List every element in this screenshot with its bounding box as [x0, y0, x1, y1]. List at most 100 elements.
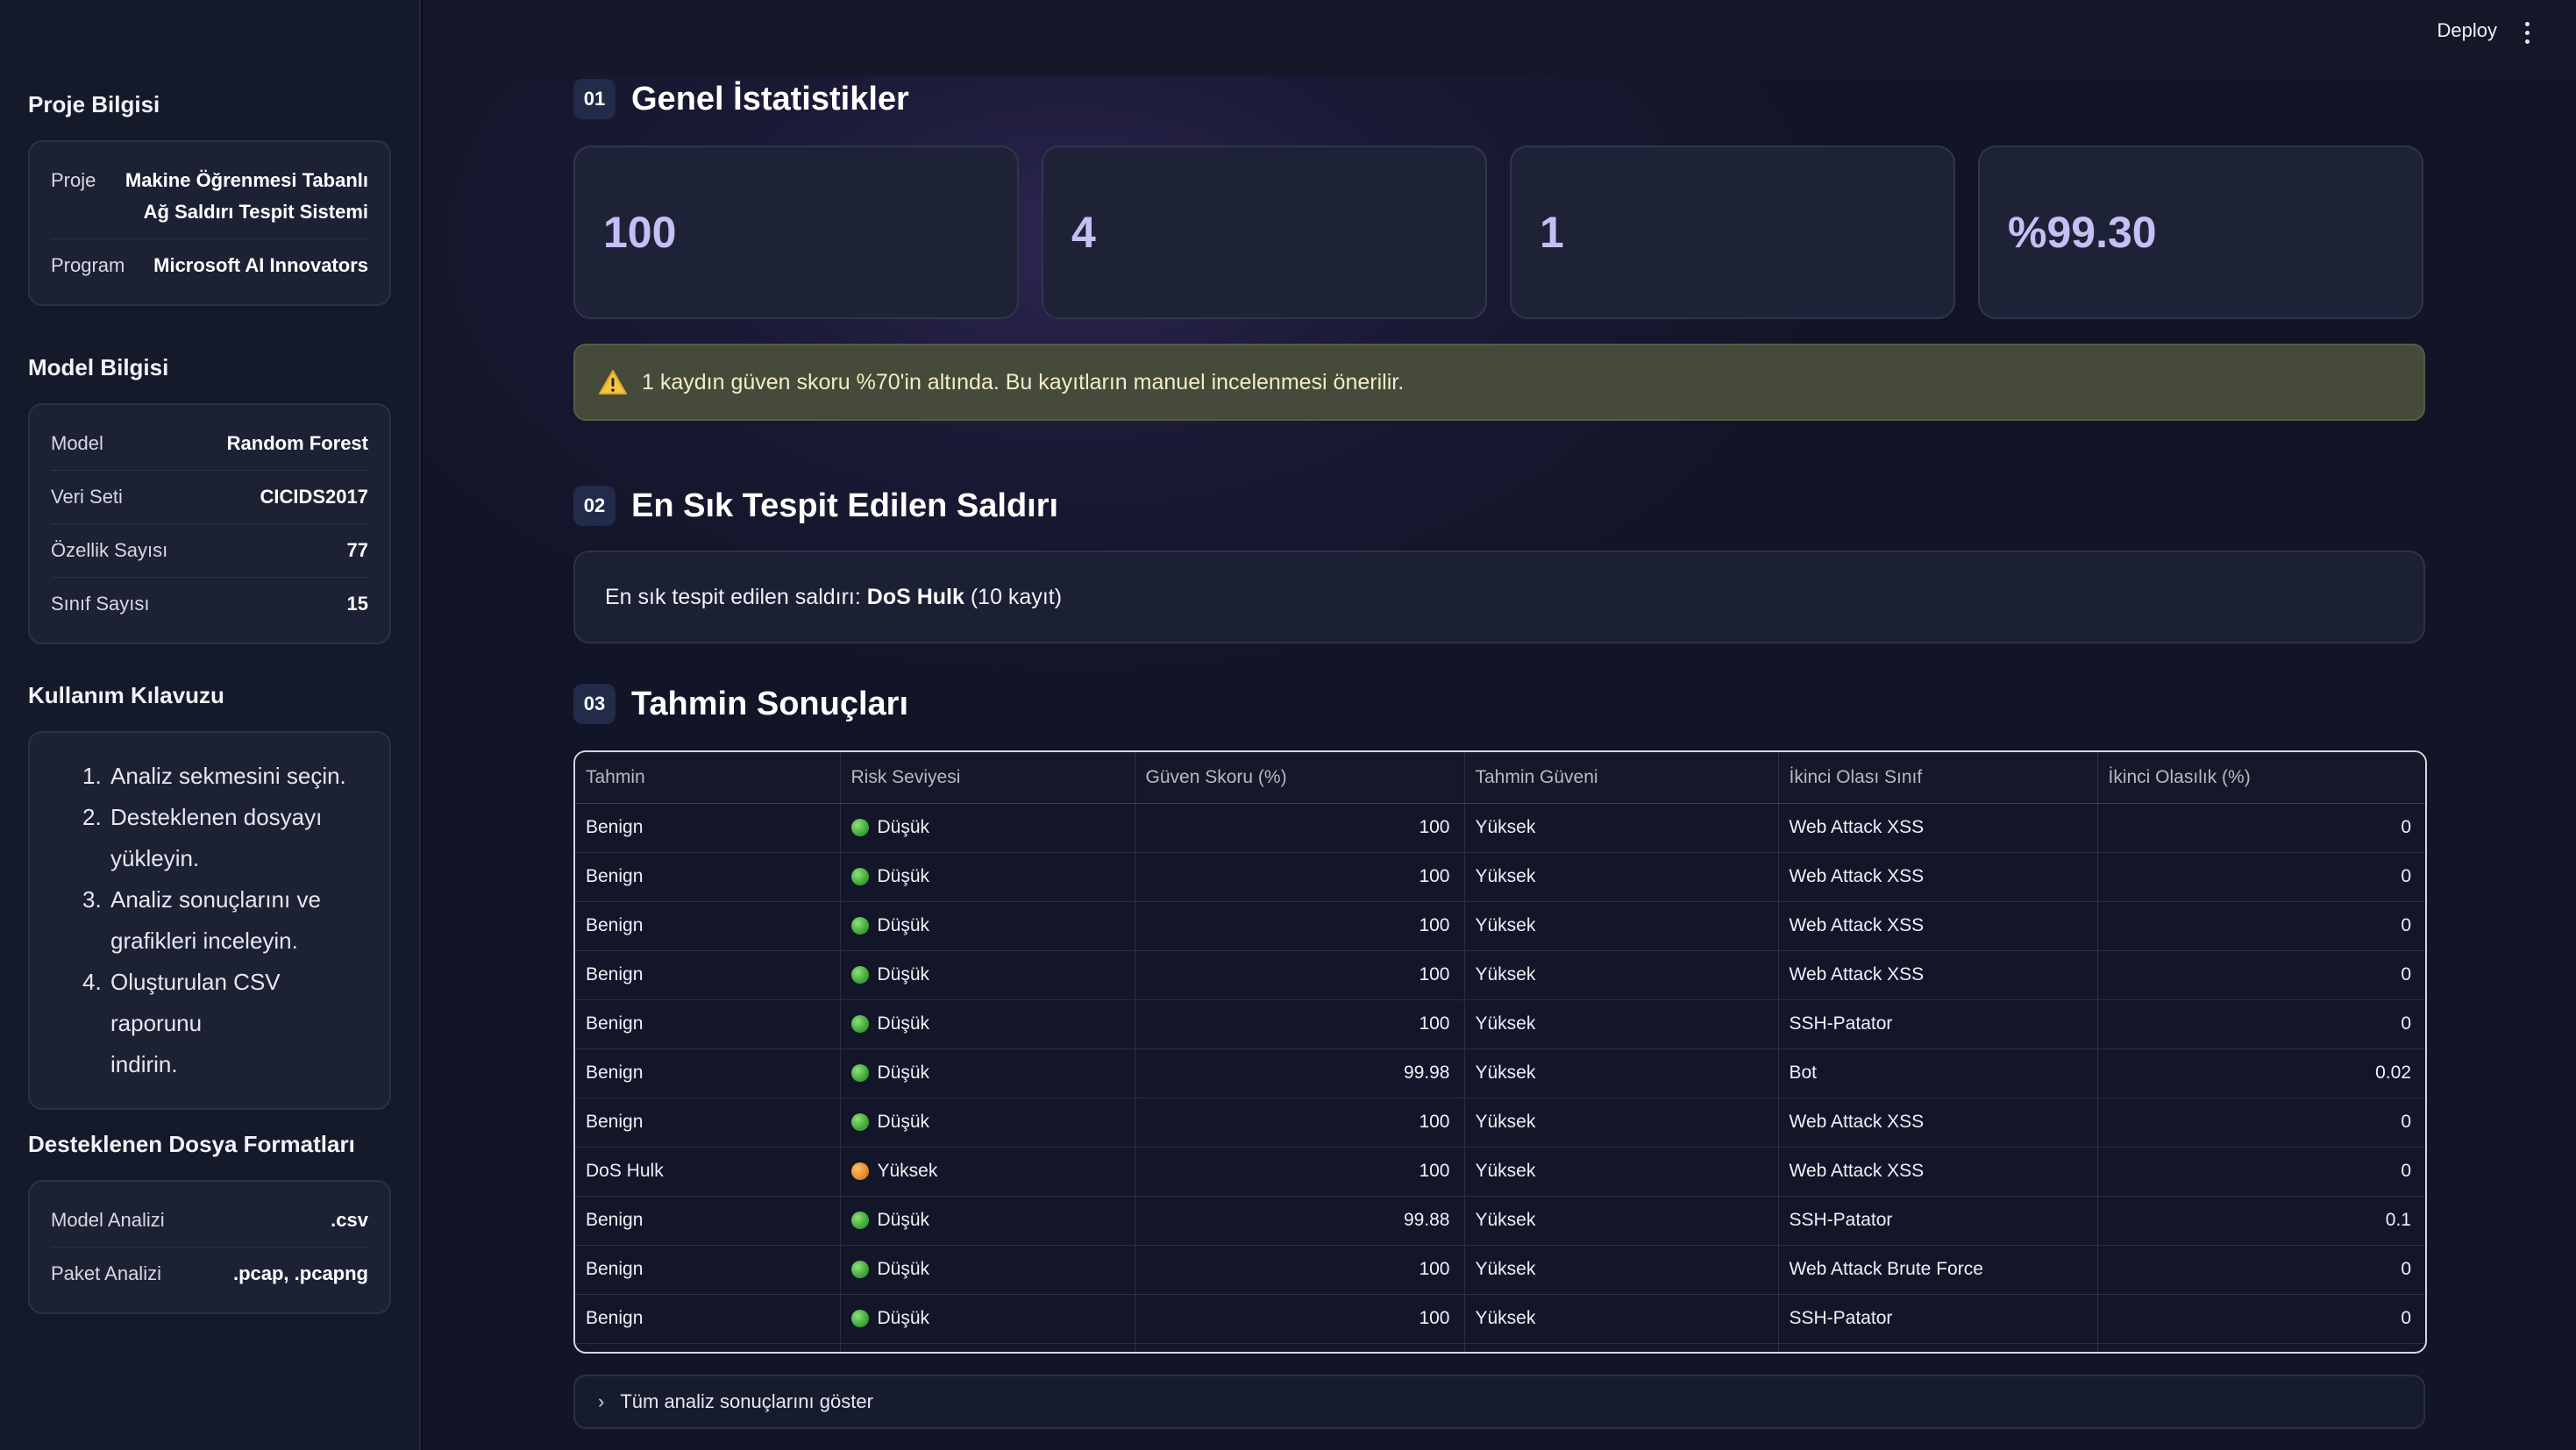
expander-label: Tüm analiz sonuçlarını göster: [620, 1390, 873, 1412]
risk-level: Düşük: [850, 1063, 1124, 1084]
risk-label: Düşük: [877, 964, 930, 984]
guide-list: 1. Analiz sekmesini seçin. 2. Desteklene…: [51, 745, 368, 1096]
model-info-card: Model Random Forest Veri Seti CICIDS2017…: [28, 403, 391, 644]
deploy-button[interactable]: Deploy: [2437, 19, 2497, 42]
table-cell: Düşük: [840, 803, 1135, 853]
guide-step-line: Desteklenen dosyayı: [110, 804, 323, 830]
table-row[interactable]: Benign Düşük 100 Yüksek SSH-Patator 0: [575, 1294, 2425, 1344]
stats-section-title: 01 Genel İstatistikler: [573, 79, 909, 119]
guide-step-text: Desteklenen dosyayı yükleyin.: [110, 797, 322, 879]
section-heading: Genel İstatistikler: [631, 80, 909, 117]
section-heading: Tahmin Sonuçları: [631, 685, 909, 722]
table-cell: Web Attack Brute Force: [1778, 1245, 2098, 1295]
column-header-risk[interactable]: Risk Seviyesi: [840, 752, 1135, 804]
table-cell: 0: [2097, 950, 2425, 1000]
table-cell: Yüksek: [1464, 803, 1779, 853]
guide-step-3: 3. Analiz sonuçlarını ve grafikleri incel…: [82, 879, 368, 962]
table-row[interactable]: BenignDüşük100YüksekWeb Attack XSS0: [575, 852, 2425, 902]
low-confidence-warning: 1 kaydın güven skoru %70'in altında. Bu …: [573, 344, 2425, 421]
stat-value: 100: [603, 208, 677, 257]
stat-value: 1: [1540, 208, 1564, 257]
table-cell: 100: [1135, 803, 1465, 853]
table-row[interactable]: BenignDüşük100YüksekWeb Attack XSS0: [575, 950, 2425, 1000]
risk-dot-icon: [850, 819, 869, 836]
class-count-row: Sınıf Sayısı 15: [51, 578, 368, 630]
table-cell: Benign: [575, 950, 841, 1000]
table-row[interactable]: BenignDüşük100YüksekWeb Attack XSS0: [575, 901, 2425, 951]
table-cell: Yüksek: [1464, 999, 1779, 1049]
table-cell: SSH-Patator: [1778, 1294, 2098, 1344]
guide-step-line: Oluşturulan CSV raporunu: [110, 969, 281, 1036]
table-row[interactable]: Benign Düşük 100 Yüksek Web Attack Brute For…: [575, 1245, 2425, 1295]
program-value: Microsoft AI Innovators: [153, 254, 368, 276]
table-cell: Benign: [575, 901, 841, 951]
table-row[interactable]: BenignDüşük100YüksekWeb Attack XSS0: [575, 1343, 2425, 1352]
table-cell: Benign: [575, 1196, 841, 1246]
table-cell: 0.1: [2097, 1196, 2425, 1246]
table-cell: Düşük: [840, 852, 1135, 902]
table-cell: Düşük: [840, 1343, 1135, 1352]
guide-step-text: Analiz sonuçlarını ve grafikleri inceleyi…: [110, 879, 321, 962]
table-cell: 0: [2097, 1343, 2425, 1352]
table-cell: 100: [1135, 901, 1465, 951]
dataset-row: Veri Seti CICIDS2017: [51, 471, 368, 524]
table-row[interactable]: BenignDüşük100YüksekWeb Attack XSS0: [575, 803, 2425, 853]
formats-card: Model Analizi .csv Paket Analizi .pcap, …: [28, 1180, 391, 1314]
table-row[interactable]: DoS Hulk Yüksek 100 Yüksek Web Attack XSS 0: [575, 1147, 2425, 1197]
risk-level: Düşük: [850, 866, 1124, 887]
section-heading: En Sık Tespit Edilen Saldırı: [631, 487, 1059, 524]
risk-label: Düşük: [877, 1013, 930, 1034]
stat-value: 4: [1071, 208, 1096, 257]
table-cell: Yüksek: [1464, 852, 1779, 902]
column-header-prediction[interactable]: Tahmin: [575, 752, 841, 804]
warning-triangle-icon: [599, 370, 627, 394]
table-row[interactable]: Benign Düşük 99.98 Yüksek Bot 0.02: [575, 1048, 2425, 1098]
most-frequent-attack-card: En sık tespit edilen saldırı: DoS Hulk (…: [573, 551, 2425, 643]
table-cell: Web Attack XSS: [1778, 1098, 2098, 1148]
column-header-second-probability[interactable]: İkinci Olasılık (%): [2097, 752, 2425, 804]
guide-step-line: grafikleri inceleyin.: [110, 928, 298, 954]
formats-heading: Desteklenen Dosya Formatları: [28, 1131, 355, 1157]
stat-card-low-confidence: 1: [1510, 146, 1955, 319]
table-cell: Bot: [1778, 1048, 2098, 1098]
table-cell: Düşük: [840, 1245, 1135, 1295]
risk-label: Düşük: [877, 1259, 930, 1279]
table-cell: Yüksek: [1464, 901, 1779, 951]
stat-value: %99.30: [2008, 208, 2157, 257]
table-cell: Düşük: [840, 1294, 1135, 1344]
table-cell: Düşük: [840, 1196, 1135, 1246]
guide-step-number: 1.: [82, 763, 102, 789]
model-key: Model: [51, 432, 103, 454]
risk-label: Düşük: [877, 1210, 930, 1230]
table-cell: 100: [1135, 1343, 1465, 1352]
table-row[interactable]: Benign Düşük 100 Yüksek SSH-Patator 0: [575, 999, 2425, 1049]
table-cell: 100: [1135, 1098, 1465, 1148]
column-header-second-class[interactable]: İkinci Olası Sınıf: [1778, 752, 2098, 804]
risk-dot-icon: [850, 1162, 869, 1180]
project-value: Makine Öğrenmesi Tabanlı Ağ Saldırı Tesp…: [125, 165, 368, 228]
table-cell: Web Attack XSS: [1778, 901, 2098, 951]
table-cell: Yüksek: [1464, 1196, 1779, 1246]
table-cell: 100: [1135, 852, 1465, 902]
table-cell: Web Attack XSS: [1778, 950, 2098, 1000]
table-cell: Web Attack XSS: [1778, 803, 2098, 853]
project-value-line1: Makine Öğrenmesi Tabanlı: [125, 169, 368, 191]
kebab-menu-icon[interactable]: [2516, 19, 2537, 46]
packet-analysis-key: Paket Analizi: [51, 1262, 161, 1284]
guide-step-number: 4.: [82, 969, 102, 995]
risk-level: Düşük: [850, 964, 1124, 985]
sidebar: Proje Bilgisi Proje Makine Öğrenmesi Tab…: [0, 0, 421, 1450]
guide-heading: Kullanım Kılavuzu: [28, 682, 224, 708]
table-cell: Düşük: [840, 1048, 1135, 1098]
frequent-suffix: (10 kayıt): [964, 584, 1063, 609]
table-row[interactable]: BenignDüşük100YüksekWeb Attack XSS0: [575, 1098, 2425, 1148]
program-row: Program Microsoft AI Innovators: [51, 239, 368, 292]
table-row[interactable]: Benign Düşük 99.88 Yüksek SSH-Patator 0.1: [575, 1196, 2425, 1246]
risk-label: Düşük: [877, 866, 930, 886]
column-header-confidence-score[interactable]: Güven Skoru (%): [1135, 752, 1465, 804]
show-all-results-expander[interactable]: › Tüm analiz sonuçlarını göster: [573, 1375, 2425, 1429]
results-table[interactable]: Tahmin Risk Seviyesi Güven Skoru (%) Tah…: [573, 750, 2427, 1354]
table-cell: 0: [2097, 1294, 2425, 1344]
risk-level: Yüksek: [850, 1161, 1124, 1182]
column-header-prediction-confidence[interactable]: Tahmin Güveni: [1464, 752, 1779, 804]
